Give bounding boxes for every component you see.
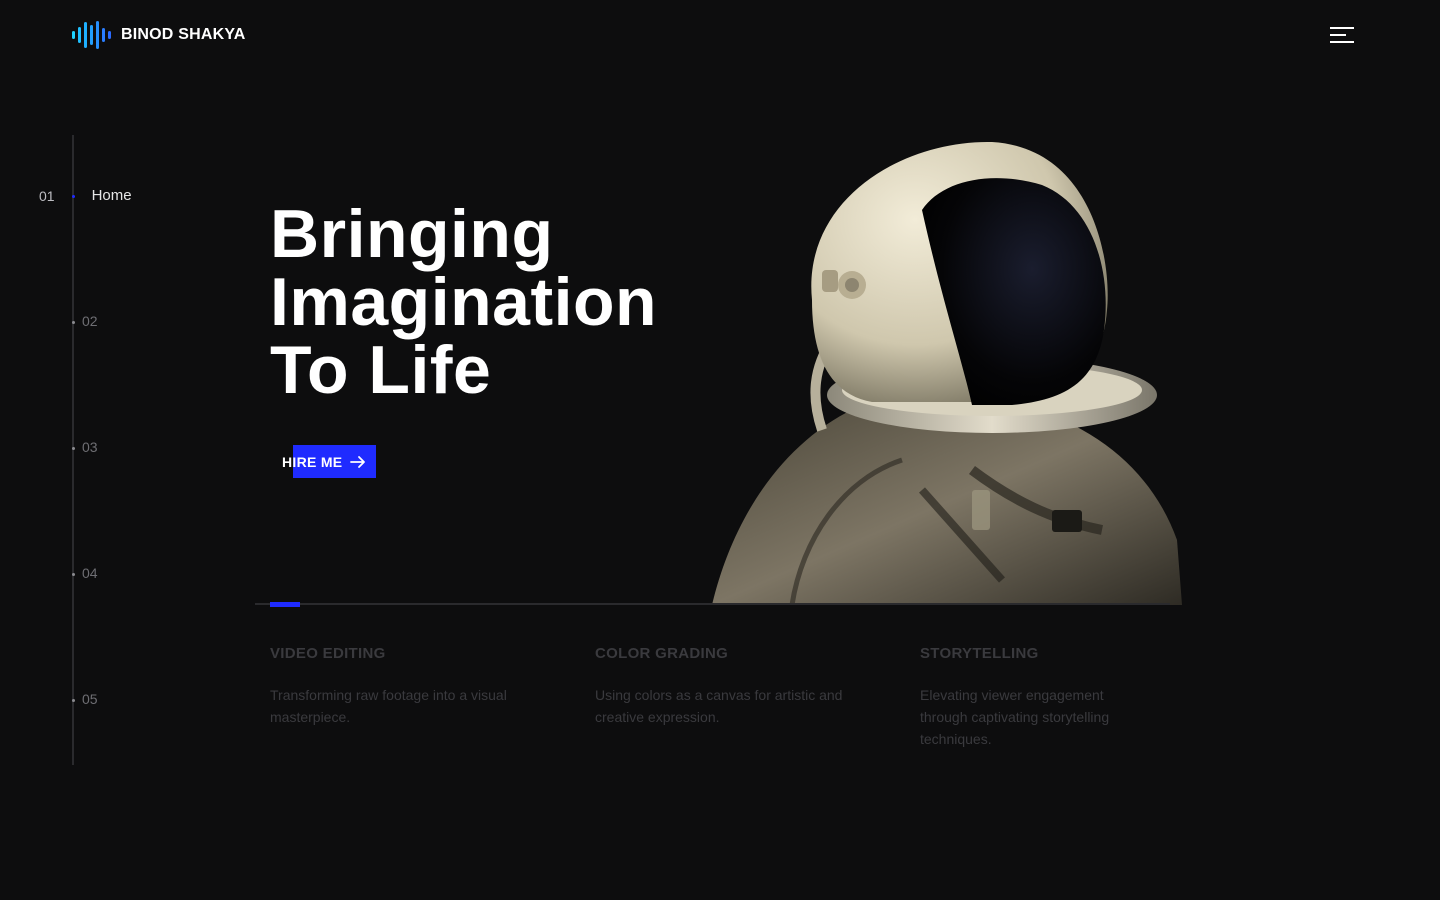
hero-title-line: Imagination bbox=[270, 264, 658, 340]
side-nav-dot-active bbox=[72, 195, 75, 198]
brand-name: BINOD SHAKYA bbox=[121, 26, 246, 43]
side-nav-dot bbox=[72, 699, 75, 702]
sound-wave-icon bbox=[72, 20, 111, 50]
hero-title-line: To Life bbox=[270, 332, 492, 408]
arrow-right-icon bbox=[350, 455, 366, 468]
brand-logo[interactable]: BINOD SHAKYA bbox=[72, 20, 246, 50]
side-nav-number: 03 bbox=[82, 439, 98, 455]
hire-me-label: HIRE ME bbox=[282, 453, 343, 470]
side-nav-dot bbox=[72, 573, 75, 576]
astronaut-image bbox=[712, 141, 1182, 605]
hero-title: Bringing Imagination To Life bbox=[270, 200, 657, 404]
side-nav-dot bbox=[72, 321, 75, 324]
side-nav-label-home: Home bbox=[91, 187, 132, 204]
service-color-grading: COLOR GRADING Using colors as a canvas f… bbox=[595, 645, 855, 728]
side-nav-number: 05 bbox=[82, 691, 98, 707]
service-title: COLOR GRADING bbox=[595, 645, 729, 662]
service-description: Elevating viewer engagement through capt… bbox=[920, 687, 1110, 747]
service-storytelling: STORYTELLING Elevating viewer engagement… bbox=[920, 645, 1180, 750]
hire-me-button[interactable]: HIRE ME bbox=[282, 445, 376, 478]
hero-title-line: Bringing bbox=[270, 196, 554, 272]
side-nav-item-03[interactable]: 03 bbox=[82, 439, 98, 455]
side-nav-line bbox=[72, 135, 74, 765]
side-nav-number: 01 bbox=[39, 187, 55, 204]
side-nav-item-01[interactable]: 01 Home bbox=[39, 187, 132, 204]
side-nav-item-04[interactable]: 04 bbox=[82, 565, 98, 581]
side-nav-item-02[interactable]: 02 bbox=[82, 313, 98, 329]
side-nav-number: 02 bbox=[82, 313, 98, 329]
divider-accent bbox=[270, 602, 300, 607]
page: BINOD SHAKYA 01 Home 02 03 04 05 Bringin… bbox=[0, 0, 1440, 900]
section-divider bbox=[255, 603, 1170, 605]
service-title: VIDEO EDITING bbox=[270, 645, 386, 662]
side-nav-number: 04 bbox=[82, 565, 98, 581]
side-nav-dot bbox=[72, 447, 75, 450]
hamburger-menu-icon[interactable] bbox=[1330, 24, 1356, 46]
service-title: STORYTELLING bbox=[920, 645, 1039, 662]
service-description: Transforming raw footage into a visual m… bbox=[270, 687, 507, 725]
service-description: Using colors as a canvas for artistic an… bbox=[595, 687, 843, 725]
service-video-editing: VIDEO EDITING Transforming raw footage i… bbox=[270, 645, 530, 728]
side-nav-item-05[interactable]: 05 bbox=[82, 691, 98, 707]
